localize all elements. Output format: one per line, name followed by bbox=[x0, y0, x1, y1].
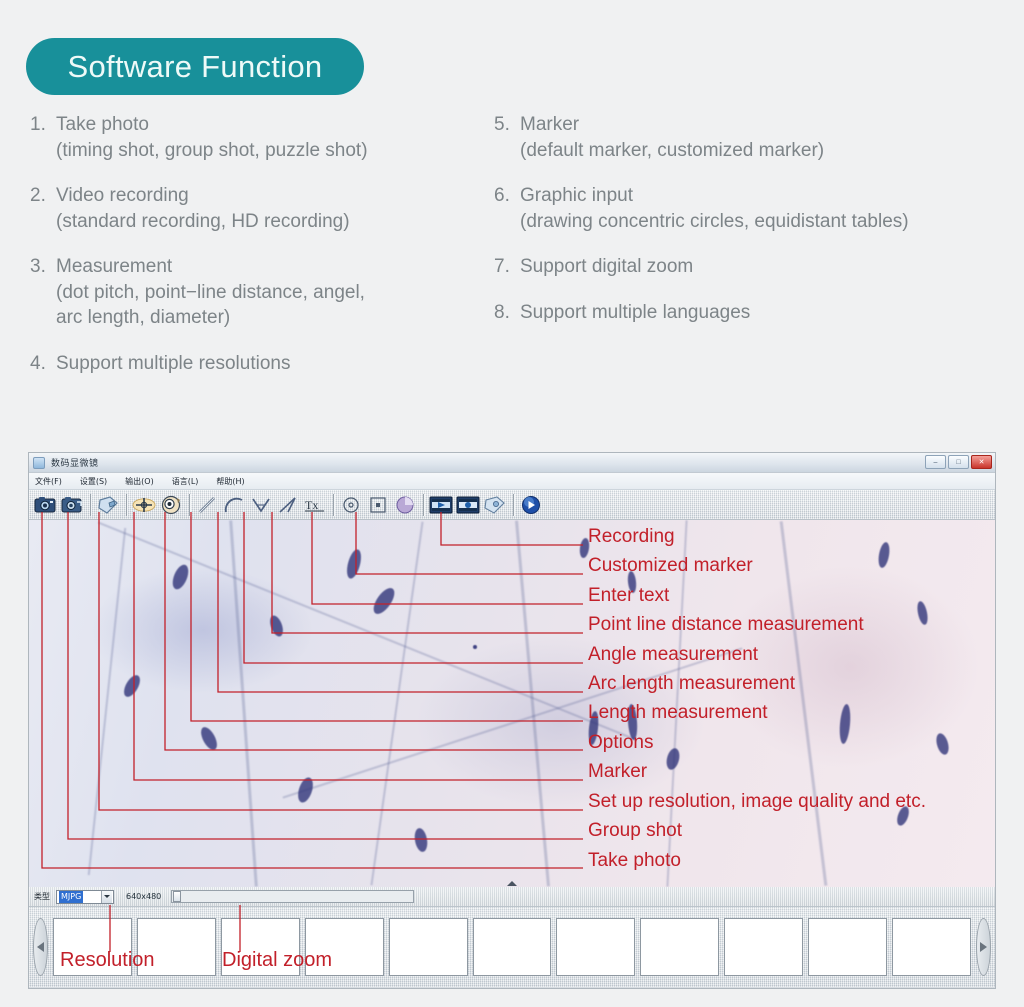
feature-subtitle-line2: arc length, diameter) bbox=[56, 307, 231, 328]
feature-list: 1. Take photo (timing shot, group shot, … bbox=[0, 112, 1024, 412]
hd-recording-icon[interactable] bbox=[456, 493, 480, 517]
angle-measurement-icon[interactable] bbox=[249, 493, 273, 517]
toolbar-separator-5 bbox=[423, 493, 424, 516]
menu-item-language[interactable]: 语言(L) bbox=[170, 475, 201, 488]
feature-title: Measurement bbox=[56, 256, 173, 277]
recording-icon[interactable] bbox=[429, 493, 453, 517]
toolbar-separator-4 bbox=[333, 493, 334, 516]
feature-title: Support multiple resolutions bbox=[56, 352, 291, 374]
point-line-distance-icon[interactable] bbox=[276, 493, 300, 517]
feature-item-8: 8. Support multiple languages bbox=[494, 300, 1024, 326]
options-icon[interactable] bbox=[159, 493, 183, 517]
resolution-readout: 640x480 bbox=[126, 892, 162, 901]
thumbnail-prev-button[interactable] bbox=[33, 918, 48, 976]
take-photo-icon[interactable] bbox=[33, 493, 57, 517]
feature-item-7: 7. Support digital zoom bbox=[494, 254, 1024, 280]
thumbnail-strip bbox=[29, 907, 995, 987]
thumbnail-cell[interactable] bbox=[724, 918, 804, 976]
feature-title: Graphic input bbox=[520, 185, 634, 206]
feature-title: Video recording bbox=[56, 185, 189, 206]
chevron-down-icon[interactable] bbox=[101, 890, 112, 903]
microscope-app-icon bbox=[33, 456, 45, 469]
close-button[interactable]: ✕ bbox=[971, 455, 992, 469]
feature-number: 6. bbox=[494, 185, 510, 206]
feature-title: Take photo bbox=[56, 114, 149, 135]
page-root: Software Function 1. Take photo (timing … bbox=[0, 0, 1024, 1007]
thumbnail-cell[interactable] bbox=[136, 918, 216, 976]
feature-title: Support multiple languages bbox=[520, 301, 751, 323]
thumbnail-next-button[interactable] bbox=[975, 918, 991, 976]
concentric-circles-icon[interactable] bbox=[393, 493, 417, 517]
menu-item-settings[interactable]: 设置(S) bbox=[78, 475, 109, 488]
length-measurement-icon[interactable] bbox=[195, 493, 219, 517]
toolbar-separator-3 bbox=[189, 493, 190, 516]
window-titlebar: 数码显微镜 – □ ✕ bbox=[29, 453, 995, 473]
snapshot-folder-icon[interactable] bbox=[483, 493, 507, 517]
feature-number: 4. bbox=[30, 352, 46, 374]
scroll-down-indicator[interactable] bbox=[507, 881, 517, 886]
resolution-format-value: MJPG bbox=[59, 890, 84, 903]
minimize-button[interactable]: – bbox=[925, 455, 946, 469]
menu-item-output[interactable]: 输出(O) bbox=[123, 475, 156, 488]
marker-icon[interactable] bbox=[132, 493, 156, 517]
feature-item-4: 4. Support multiple resolutions bbox=[30, 351, 490, 377]
feature-title: Marker bbox=[520, 114, 580, 135]
feature-item-6: 6. Graphic input (drawing concentric cir… bbox=[494, 183, 1024, 234]
feature-subtitle: (timing shot, group shot, puzzle shot) bbox=[56, 139, 368, 161]
feature-column-left: 1. Take photo (timing shot, group shot, … bbox=[30, 112, 490, 396]
feature-title: Support digital zoom bbox=[520, 256, 694, 277]
digital-zoom-slider[interactable] bbox=[171, 890, 415, 903]
feature-item-1: 1. Take photo (timing shot, group shot, … bbox=[30, 112, 490, 163]
menu-bar: 文件(F) 设置(S) 输出(O) 语言(L) 帮助(H) bbox=[29, 473, 995, 490]
thumbnail-cell[interactable] bbox=[472, 918, 552, 976]
thumbnail-cell[interactable] bbox=[220, 918, 300, 976]
feature-column-right: 5. Marker (default marker, customized ma… bbox=[494, 112, 1024, 345]
thumbnail-cell[interactable] bbox=[808, 918, 888, 976]
toolbar-separator-2 bbox=[126, 493, 127, 516]
customized-marker-icon[interactable] bbox=[366, 493, 390, 517]
thumbnail-cell[interactable] bbox=[388, 918, 468, 976]
status-bar: 类型 MJPG 640x480 bbox=[29, 887, 995, 907]
feature-item-2: 2. Video recording (standard recording, … bbox=[30, 183, 490, 234]
feature-number: 1. bbox=[30, 114, 46, 135]
group-shot-icon[interactable] bbox=[60, 493, 84, 517]
play-icon[interactable] bbox=[519, 493, 543, 517]
svg-text:Tx: Tx bbox=[305, 498, 318, 512]
thumbnail-cell[interactable] bbox=[556, 918, 636, 976]
menu-item-help[interactable]: 帮助(H) bbox=[214, 475, 246, 488]
window-title: 数码显微镜 bbox=[51, 459, 99, 469]
arc-length-measurement-icon[interactable] bbox=[222, 493, 246, 517]
page-title-pill: Software Function bbox=[26, 38, 364, 95]
resolution-format-combo[interactable]: MJPG bbox=[56, 889, 114, 904]
thumbnail-cell[interactable] bbox=[640, 918, 720, 976]
window-controls: – □ ✕ bbox=[925, 455, 992, 469]
feature-subtitle: (dot pitch, point−line distance, angel, bbox=[56, 281, 365, 303]
feature-number: 7. bbox=[494, 256, 510, 277]
feature-item-3: 3. Measurement (dot pitch, point−line di… bbox=[30, 254, 490, 331]
digital-zoom-slider-thumb[interactable] bbox=[173, 891, 182, 902]
feature-number: 2. bbox=[30, 185, 46, 206]
toolbar-separator-1 bbox=[90, 493, 91, 516]
feature-number: 3. bbox=[30, 256, 46, 277]
default-marker-icon[interactable] bbox=[339, 493, 363, 517]
application-window: 数码显微镜 – □ ✕ 文件(F) 设置(S) 输出(O) 语言(L) 帮助(H… bbox=[28, 452, 996, 989]
enter-text-icon[interactable]: Tx bbox=[303, 493, 327, 517]
set-up-resolution-icon[interactable] bbox=[96, 493, 120, 517]
type-label: 类型 bbox=[34, 892, 50, 901]
thumbnail-cell[interactable] bbox=[892, 918, 971, 976]
menu-item-file[interactable]: 文件(F) bbox=[33, 475, 64, 488]
toolbar-separator-6 bbox=[513, 493, 514, 516]
feature-subtitle: (drawing concentric circles, equidistant… bbox=[520, 210, 909, 232]
page-title: Software Function bbox=[67, 48, 323, 84]
maximize-button[interactable]: □ bbox=[948, 455, 969, 469]
feature-subtitle: (default marker, customized marker) bbox=[520, 139, 825, 161]
feature-subtitle: (standard recording, HD recording) bbox=[56, 210, 350, 232]
video-preview[interactable] bbox=[29, 520, 995, 887]
feature-number: 8. bbox=[494, 301, 510, 323]
toolbar: Tx bbox=[29, 490, 995, 520]
feature-item-5: 5. Marker (default marker, customized ma… bbox=[494, 112, 1024, 163]
thumbnail-cell[interactable] bbox=[53, 918, 132, 976]
feature-number: 5. bbox=[494, 114, 510, 135]
thumbnail-cell[interactable] bbox=[304, 918, 384, 976]
